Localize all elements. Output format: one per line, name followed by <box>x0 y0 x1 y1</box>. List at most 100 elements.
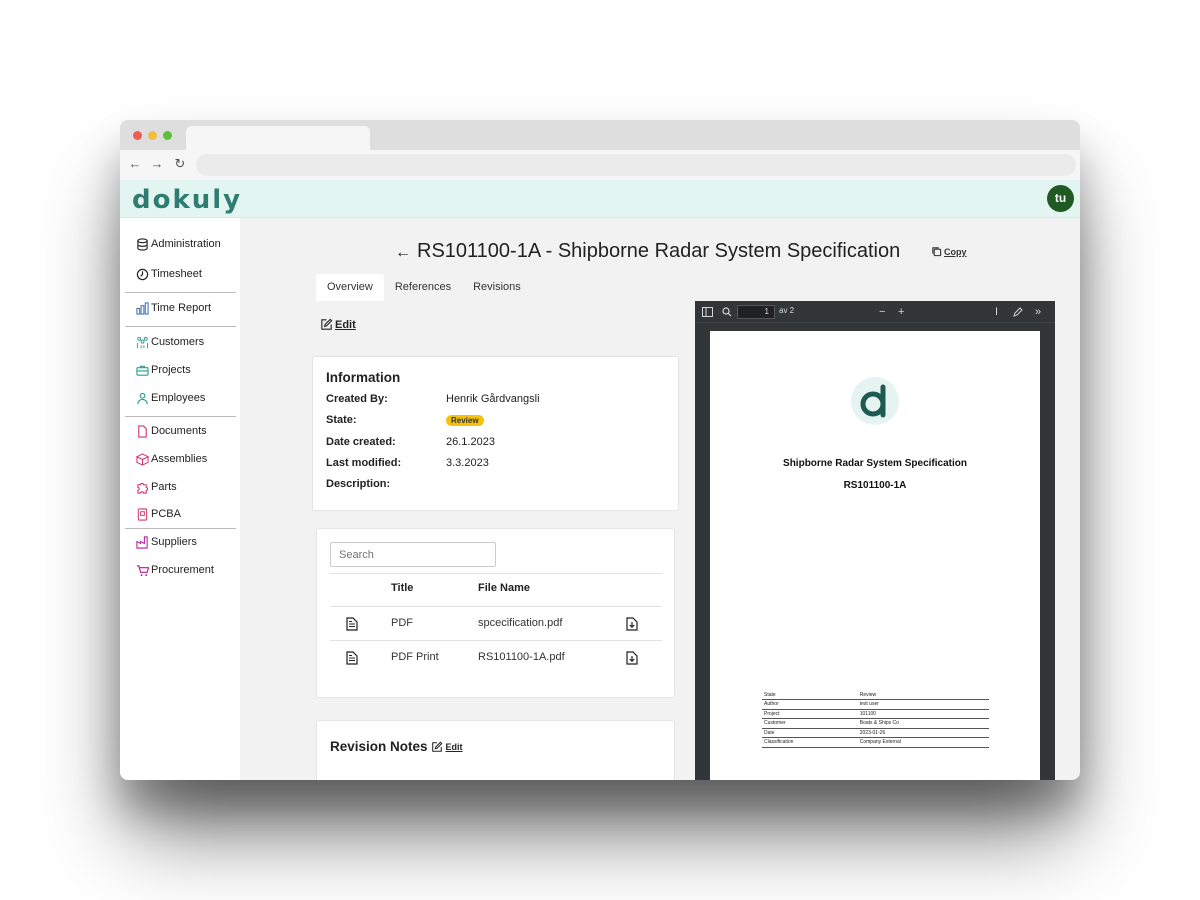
column-header-file-name[interactable]: File Name <box>478 582 530 594</box>
sidebar-item-administration[interactable]: Administration <box>136 235 221 253</box>
back-arrow-icon[interactable]: ← <box>127 156 143 172</box>
copy-label: Copy <box>944 246 967 257</box>
info-value: 3.3.2023 <box>446 457 489 469</box>
sidebar-item-label: Projects <box>151 364 191 376</box>
meta-key: Customer <box>762 718 858 729</box>
sidebar-item-assemblies[interactable]: Assemblies <box>136 450 207 468</box>
file-text-icon <box>346 651 358 665</box>
tab-revisions[interactable]: Revisions <box>462 274 532 301</box>
meta-key: Author <box>762 699 858 710</box>
text-select-icon[interactable]: I <box>995 305 998 319</box>
file-name[interactable]: spcecification.pdf <box>478 617 562 629</box>
download-file-icon[interactable] <box>626 617 638 631</box>
close-window-button[interactable] <box>133 131 142 140</box>
file-text-icon <box>346 617 358 631</box>
table-divider <box>330 573 662 574</box>
database-icon <box>137 237 148 251</box>
draw-icon[interactable] <box>1013 307 1023 317</box>
page-number-input[interactable]: 1 <box>737 305 775 319</box>
edit-icon[interactable] <box>431 741 443 753</box>
edit-label: Edit <box>335 318 356 331</box>
reload-icon[interactable]: ↻ <box>172 156 188 172</box>
meta-row: Author test user <box>762 699 989 710</box>
sidebar-item-pcba[interactable]: PCBA <box>136 505 181 523</box>
edit-button[interactable]: Edit <box>320 318 356 331</box>
sidebar: Administration Timesheet Time Report Cus… <box>120 218 240 780</box>
pdf-viewer: 1 av 2 − + I » Shipborne Radar System Sp… <box>695 301 1055 780</box>
browser-navbar: ← → ↻ <box>120 150 1080 180</box>
forward-arrow-icon[interactable]: → <box>149 156 165 172</box>
pdf-page: Shipborne Radar System Specification RS1… <box>710 331 1040 780</box>
search-input[interactable] <box>330 542 496 567</box>
sidebar-item-label: Suppliers <box>151 536 197 548</box>
table-divider <box>330 640 662 641</box>
column-header-title[interactable]: Title <box>391 582 413 594</box>
dokuly-logo[interactable]: dokuly <box>132 185 242 215</box>
app-header: dokuly tu <box>120 180 1080 218</box>
back-arrow-icon[interactable]: ← <box>395 244 411 261</box>
clock-icon <box>136 268 149 280</box>
sidebar-item-documents[interactable]: Documents <box>136 422 207 440</box>
sidebar-item-label: Customers <box>151 336 205 348</box>
files-card: Title File Name PDF spcecification.pdf P… <box>316 528 675 698</box>
tab-bar: Overview References Revisions <box>316 274 532 301</box>
more-tools-icon[interactable]: » <box>1035 305 1041 319</box>
sidebar-item-timesheet[interactable]: Timesheet <box>136 265 202 283</box>
page-total: av 2 <box>779 306 795 315</box>
sidebar-toggle-icon[interactable] <box>702 307 713 317</box>
info-label: State: <box>326 414 357 426</box>
sidebar-item-suppliers[interactable]: Suppliers <box>136 533 197 551</box>
main-content: ← RS101100-1A - Shipborne Radar System Sp… <box>240 218 1080 780</box>
sidebar-item-label: Procurement <box>151 564 214 576</box>
copy-button[interactable]: Copy <box>931 246 967 257</box>
meta-key: Date <box>762 728 858 738</box>
meta-row: Date 2023-01-26 <box>762 728 989 738</box>
zoom-in-icon[interactable]: + <box>898 305 904 319</box>
browser-tab[interactable] <box>186 126 370 150</box>
sidebar-item-procurement[interactable]: Procurement <box>136 561 214 579</box>
meta-value: test user <box>857 699 989 710</box>
revision-notes-edit-button[interactable]: Edit <box>446 742 463 752</box>
tab-overview[interactable]: Overview <box>316 274 384 301</box>
tab-references[interactable]: References <box>384 274 462 301</box>
factory-icon <box>136 535 148 549</box>
minimize-window-button[interactable] <box>148 131 157 140</box>
user-icon <box>137 392 148 404</box>
document-icon <box>138 424 147 438</box>
browser-window: ← → ↻ dokuly tu Administration Timesheet… <box>120 120 1080 780</box>
sidebar-item-label: Assemblies <box>151 453 208 465</box>
sidebar-item-projects[interactable]: Projects <box>136 361 191 379</box>
info-value: 26.1.2023 <box>446 436 495 448</box>
meta-value: 101100 <box>857 709 989 719</box>
url-bar[interactable] <box>196 154 1076 176</box>
file-title: PDF Print <box>391 651 439 663</box>
zoom-out-icon[interactable]: − <box>879 305 885 319</box>
sidebar-divider <box>125 292 236 293</box>
search-icon[interactable] <box>722 307 732 317</box>
sidebar-item-employees[interactable]: Employees <box>136 389 205 407</box>
puzzle-icon <box>137 482 149 494</box>
bar-chart-icon <box>136 301 149 315</box>
assembly-icon <box>136 452 149 466</box>
status-badge: Review <box>446 415 484 426</box>
sidebar-item-label: Timesheet <box>151 268 202 280</box>
download-file-icon[interactable] <box>626 651 638 665</box>
sidebar-divider <box>125 326 236 327</box>
user-avatar[interactable]: tu <box>1047 185 1074 212</box>
revision-notes-title: Revision Notes Edit <box>330 739 463 754</box>
revision-notes-title-text: Revision Notes <box>330 739 428 754</box>
sidebar-item-customers[interactable]: Customers <box>136 333 204 351</box>
meta-row: Project 101100 <box>762 709 989 719</box>
sidebar-item-time-report[interactable]: Time Report <box>136 299 211 317</box>
information-card: Information Created By: Henrik Gårdvangs… <box>312 356 679 511</box>
file-name[interactable]: RS101100-1A.pdf <box>478 651 565 663</box>
pdf-toolbar: 1 av 2 − + I » <box>695 301 1055 323</box>
maximize-window-button[interactable] <box>163 131 172 140</box>
info-value: Henrik Gårdvangsli <box>446 393 540 405</box>
meta-value: 2023-01-26 <box>857 728 989 738</box>
sidebar-item-parts[interactable]: Parts <box>136 478 177 496</box>
sidebar-divider <box>125 528 236 529</box>
page-title-text: RS101100-1A - Shipborne Radar System Spe… <box>417 240 901 262</box>
dokuly-emblem-logo <box>851 377 899 425</box>
meta-key: Project <box>762 709 858 719</box>
